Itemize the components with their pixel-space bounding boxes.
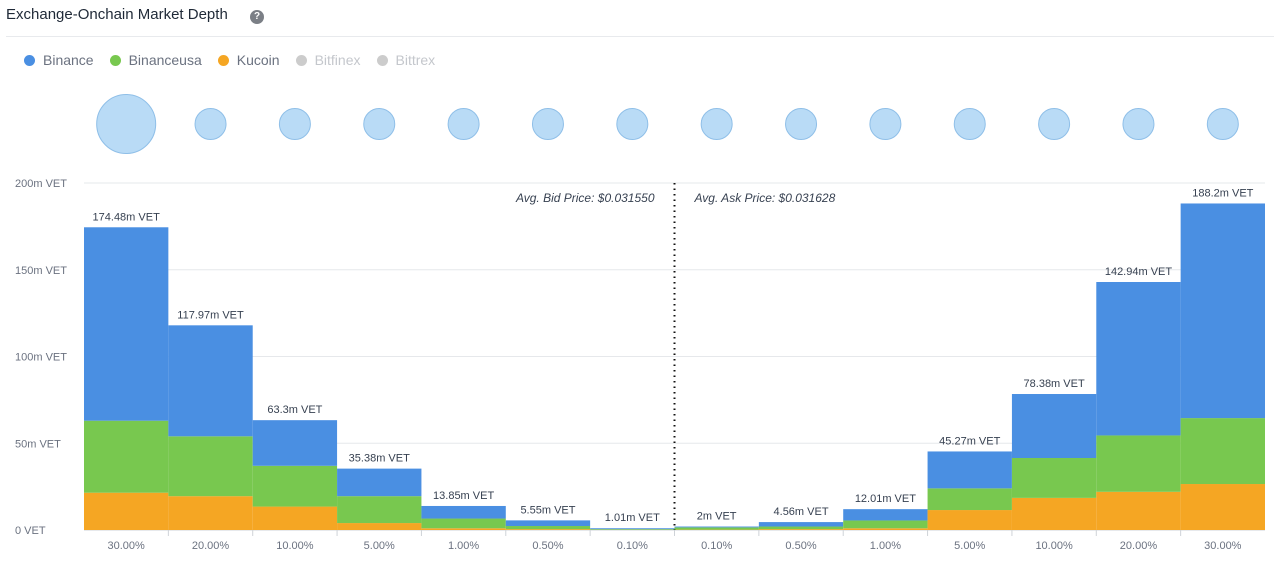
bar-segment-kucoin (505, 529, 591, 530)
y-tick-label: 100m VET (15, 352, 67, 364)
depth-bubble (616, 108, 649, 140)
x-tick-label: 1.00% (870, 540, 901, 552)
x-tick-label: 5.00% (954, 540, 985, 552)
depth-bubble (1206, 108, 1239, 140)
bar-total-label: 117.97m VET (177, 309, 244, 321)
bar-segment-binanceusa (590, 529, 675, 530)
x-tick-label: 10.00% (1035, 540, 1073, 552)
bar-segment-binance (252, 420, 338, 466)
bar-segment-kucoin (252, 506, 338, 530)
depth-bubble (785, 108, 818, 140)
market-depth-chart: 0 VET 50m VET 100m VET 150m VET 200m VET 174.… (15, 94, 1265, 552)
x-tick-label: 30.00% (1204, 540, 1242, 552)
depth-bubble (363, 108, 396, 140)
bar-total-label: 78.38m VET (1024, 378, 1085, 390)
bar-segment-binanceusa (505, 526, 591, 530)
depth-bubble (447, 108, 480, 140)
y-tick-label: 0 VET (15, 525, 46, 537)
bar-segment-kucoin (84, 492, 169, 530)
bar-segment-kucoin (758, 529, 844, 530)
bar-segment-binance (843, 509, 928, 521)
bar-segment-binanceusa (421, 518, 506, 529)
x-tick-label: 0.10% (701, 540, 732, 552)
x-tick-label: 1.00% (448, 540, 479, 552)
x-tick-label: 5.00% (364, 540, 395, 552)
bar-total-label: 174.48m VET (93, 211, 161, 223)
bar-total-label: 5.55m VET (520, 504, 575, 516)
bar-segment-binanceusa (843, 520, 928, 529)
bar-segment-binance (505, 520, 591, 527)
y-tick-label: 50m VET (15, 438, 61, 450)
avg-ask-price-label: Avg. Ask Price: $0.031628 (694, 191, 836, 205)
bar-segment-kucoin (337, 523, 422, 530)
x-tick-label: 10.00% (276, 540, 314, 552)
bar-segment-binance (421, 505, 506, 519)
depth-bubble (953, 108, 986, 140)
y-tick-label: 200m VET (15, 178, 67, 190)
depth-bubble (700, 108, 733, 140)
bar-total-label: 63.3m VET (267, 404, 322, 416)
bar-segment-binance (590, 528, 675, 530)
depth-bubble (194, 108, 227, 140)
bar-segment-binanceusa (252, 465, 338, 507)
depth-bubble (96, 94, 157, 154)
y-tick-label: 150m VET (15, 265, 67, 277)
bar-segment-binanceusa (84, 420, 169, 493)
bar-segment-binanceusa (674, 527, 759, 530)
x-tick-label: 0.50% (532, 540, 563, 552)
bar-total-label: 13.85m VET (433, 490, 494, 502)
bar-segment-binance (168, 325, 253, 437)
bar-segment-kucoin (1180, 484, 1265, 530)
bar-segment-binance (674, 526, 759, 528)
x-tick-label: 0.50% (785, 540, 816, 552)
depth-bubble (869, 108, 902, 140)
bar-segment-binance (758, 522, 844, 527)
x-tick-label: 0.10% (617, 540, 648, 552)
depth-bubble (278, 108, 311, 140)
bar-segment-binance (337, 468, 422, 497)
bar-segment-kucoin (843, 528, 928, 530)
depth-bubble (1122, 108, 1155, 140)
bar-segment-kucoin (168, 496, 253, 530)
depth-bubble (531, 108, 564, 140)
bar-total-label: 142.94m VET (1105, 266, 1173, 278)
bar-segment-kucoin (1011, 497, 1097, 530)
bar-segment-binanceusa (337, 496, 422, 524)
bar-segment-binanceusa (758, 526, 844, 530)
bar-segment-binanceusa (1096, 435, 1181, 492)
bar-segment-kucoin (1096, 491, 1181, 530)
bar-total-label: 1.01m VET (605, 512, 660, 524)
bar-segment-kucoin (421, 528, 506, 530)
bar-segment-binance (1180, 203, 1265, 419)
bar-total-label: 45.27m VET (939, 435, 1000, 447)
bar-segment-binanceusa (1011, 457, 1097, 498)
depth-bubble (1038, 108, 1071, 140)
bar-segment-binance (84, 227, 169, 421)
bar-segment-binance (1096, 281, 1181, 436)
bar-total-label: 4.56m VET (774, 506, 829, 518)
bar-segment-binanceusa (168, 436, 253, 497)
bar-segment-kucoin (927, 510, 1012, 530)
bar-total-label: 188.2m VET (1192, 187, 1253, 199)
bar-segment-binanceusa (927, 488, 1012, 511)
bar-segment-binance (927, 451, 1012, 489)
x-tick-label: 20.00% (1120, 540, 1158, 552)
bar-total-label: 2m VET (697, 511, 737, 523)
bar-total-label: 35.38m VET (349, 453, 410, 465)
bar-segment-binance (1011, 394, 1097, 458)
bar-total-label: 12.01m VET (855, 493, 916, 505)
avg-bid-price-label: Avg. Bid Price: $0.031550 (515, 191, 655, 205)
x-tick-label: 30.00% (108, 540, 146, 552)
bar-segment-binanceusa (1180, 418, 1265, 485)
x-tick-label: 20.00% (192, 540, 230, 552)
